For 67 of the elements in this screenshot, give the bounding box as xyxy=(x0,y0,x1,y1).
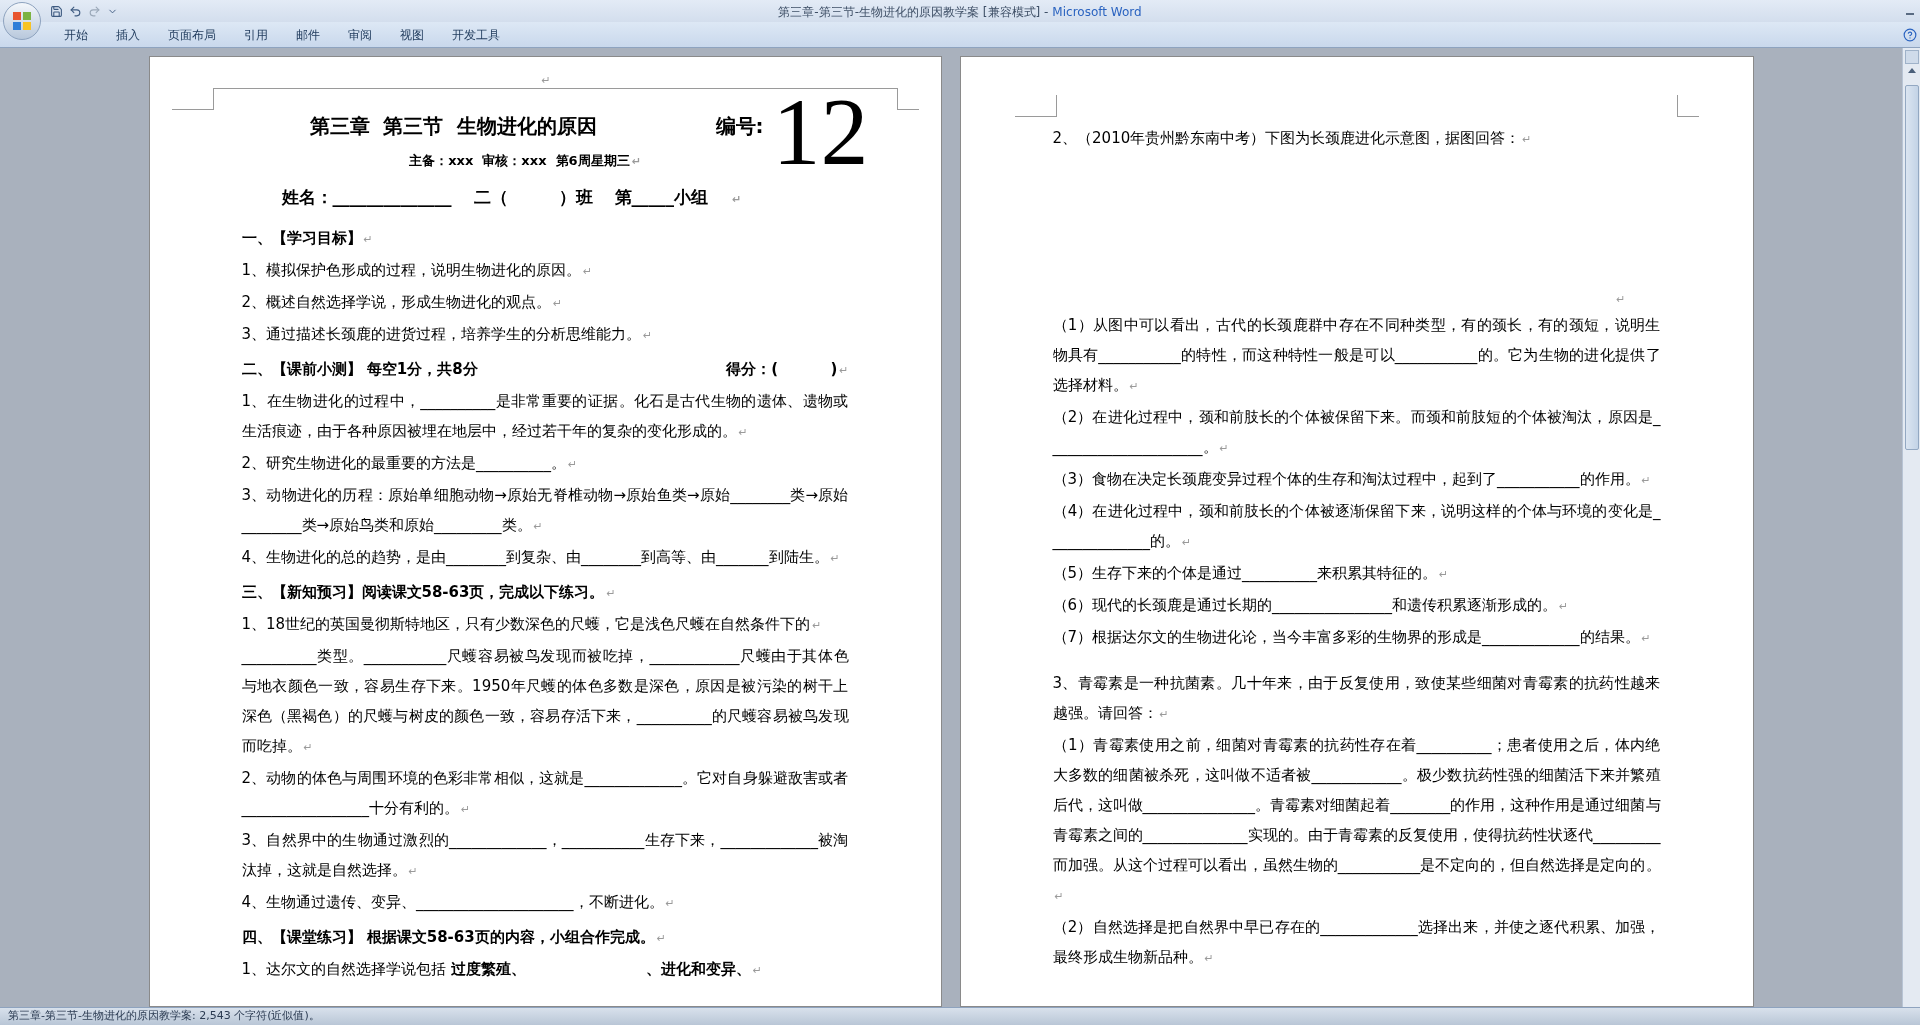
paragraph-text: （1）从图中可以看出，古代的长颈鹿群中存在不同种类型，有的颈长，有的颈短，说明生物具有___________的特性，而这种特性一般是可以___________的。它为生物的进化提供了选择材料。↵ xyxy=(1052,315,1661,396)
paragraph-text: 2、概述自然选择学说，形成生物进化的观点。↵ xyxy=(241,292,564,313)
student-info-field: 第_____小组 xyxy=(614,177,708,217)
document-title: 第三章 第三节 生物进化的原因 xyxy=(309,113,598,140)
redo-icon[interactable] xyxy=(88,4,101,18)
number-label: 编号: xyxy=(715,113,764,140)
paragraph-text: 3、青霉素是一种抗菌素。几十年来，由于反复使用，致使某些细菌对青霉素的抗药性越来越强。请回答：↵ xyxy=(1052,673,1661,724)
paragraph-mark: ↵ xyxy=(656,931,666,947)
document-number: 12 xyxy=(772,84,869,180)
paragraph-mark: ↵ xyxy=(363,232,373,248)
ribbon-tab[interactable]: 视图 xyxy=(386,23,438,46)
paragraph-mark: ↵ xyxy=(1616,292,1626,308)
paragraph-text: （7）根据达尔文的生物进化论，当今丰富多彩的生物界的形成是_____________的结果。↵ xyxy=(1052,627,1652,649)
paragraph-text: 2、（2010年贵州黔东南中考）下图为长颈鹿进化示意图，据图回答：↵ xyxy=(1052,128,1533,149)
paragraph-mark: ↵ xyxy=(839,363,849,379)
score-field-label: 得分：( ) xyxy=(726,359,838,380)
section-heading: 二、【课前小测】 每空1分，共8分 xyxy=(241,359,478,380)
paragraph-text: 3、动物进化的历程：原始单细胞动物→原始无脊椎动物→原始鱼类→原始________类→原始________类→原始鸟类和原始_________类。↵ xyxy=(241,485,849,537)
undo-icon[interactable] xyxy=(69,4,82,18)
crop-mark xyxy=(1676,95,1699,117)
paragraph-mark: ↵ xyxy=(541,74,551,88)
ribbon-tab[interactable]: 邮件 xyxy=(282,23,334,46)
paragraph-text: 3、自然界中的生物通过激烈的_____________，___________生存下来，_____________被淘汰掉，这就是自然选择。↵ xyxy=(241,830,849,881)
office-logo-icon xyxy=(12,11,32,31)
scroll-up-arrow-icon[interactable] xyxy=(1907,68,1916,73)
paragraph-text: （1）青霉素使用之前，细菌对青霉素的抗药性存在着__________；患者使用之后，体内绝大多数的细菌被杀死，这叫做不适者被____________。极少数抗药性强的细菌活下来并繁殖后代，这叫做_______________。青霉素对细菌起着________的作用，这种作用是通过细菌与青霉素之间的______________实现的。由于青霉素的反复使用，使得抗药性状逐代_________而加强。从这个过程可以看出，虽然生物的___________是不定向的，但自然选择是定向的。 ↵ xyxy=(1052,735,1661,905)
paragraph-text: （4）在进化过程中，颈和前肢长的个体被逐渐保留下来，说明这样的个体与环境的变化是______________的。↵ xyxy=(1052,501,1661,553)
paragraph-text: 1、模拟保护色形成的过程，说明生物进化的原因。↵ xyxy=(241,260,594,281)
paragraph-mark: ↵ xyxy=(732,192,742,208)
ribbon-tab[interactable]: 开始 xyxy=(50,23,102,46)
paragraph-mark: ↵ xyxy=(631,154,641,170)
student-info-field: 二（ ）班 xyxy=(473,177,593,217)
window-title: 第三章-第三节-生物进化的原因教学案 [兼容模式] - xyxy=(778,4,1049,21)
status-text: 第三章-第三节-生物进化的原因教学案: 2,543 个字符(近似值)。 xyxy=(8,1008,320,1025)
paragraph-text: 1、达尔文的自然选择学说包括 过度繁殖、 、进化和变异、↵ xyxy=(241,959,764,980)
paragraph-text: 1、18世纪的英国曼彻斯特地区，只有少数深色的尺蠖，它是浅色尺蠖在自然条件下的↵ xyxy=(241,614,823,635)
paragraph-text: （3）食物在决定长颈鹿变异过程个体的生存和淘汰过程中，起到了___________的作用。↵ xyxy=(1052,469,1652,491)
paragraph-mark: ↵ xyxy=(606,586,616,602)
section-heading: 一、【学习目标】 xyxy=(241,228,362,249)
paragraph-text: 4、生物通过遗传、变异、_____________________，不断进化。↵ xyxy=(241,892,676,914)
student-info-field: 姓名：______________ xyxy=(281,177,452,217)
ribbon-tab[interactable]: 引用 xyxy=(230,23,282,46)
crop-mark xyxy=(1014,95,1057,117)
ruler-toggle-button[interactable] xyxy=(1904,50,1919,64)
ribbon-tab[interactable]: 审阅 xyxy=(334,23,386,46)
section-heading: 四、【课堂练习】 根据课文58-63页的内容，小组合作完成。 xyxy=(241,927,655,948)
vertical-scrollbar[interactable] xyxy=(1902,48,1920,1007)
paragraph-text: 1、在生物进化的过程中，__________是非常重要的证据。化石是古代生物的遗体、遗物或生活痕迹，由于各种原因被埋在地层中，经过若干年的复杂的变化形成的。↵ xyxy=(241,391,849,442)
paragraph-text: __________类型。___________尺蠖容易被鸟发现而被吃掉，____________尺蠖由于其体色与地衣颜色一致，容易生存下来。1950年尺蠖的体色多数是深色，原因是被污染的树干上深色（黑褐色）的尺蠖与树皮的颜色一致，容易存活下来，__________的尺蠖容易被鸟发现而吃掉。↵ xyxy=(241,646,849,757)
save-icon[interactable] xyxy=(50,4,63,18)
paragraph-text: （5）生存下来的个体是通过__________来积累其特征的。↵ xyxy=(1052,563,1450,585)
app-name: Microsoft Word xyxy=(1052,4,1142,21)
help-icon[interactable] xyxy=(1903,27,1917,42)
office-button[interactable] xyxy=(3,2,41,40)
authors-line: 主备：xxx 审核：xxx 第6周星期三 xyxy=(409,152,630,170)
ribbon-tab[interactable]: 开发工具 xyxy=(438,23,514,46)
section-heading: 三、【新知预习】阅读课文58-63页，完成以下练习。 xyxy=(241,582,605,603)
paragraph-text: 2、研究生物进化的最重要的方法是__________。↵ xyxy=(241,453,579,475)
ribbon-tab[interactable]: 页面布局 xyxy=(154,23,230,46)
scrollbar-thumb[interactable] xyxy=(1904,85,1919,450)
paragraph-text: 3、通过描述长颈鹿的进货过程，培养学生的分析思维能力。↵ xyxy=(241,324,654,345)
paragraph-text: （2）自然选择是把自然界中早已存在的_____________选择出来，并使之逐代积累、加强，最终形成生物新品种。↵ xyxy=(1052,917,1661,968)
paragraph-text: （6）现代的长颈鹿是通过长期的________________和遗传积累逐渐形成的。↵ xyxy=(1052,595,1570,617)
paragraph-text: 2、动物的体色与周围环境的色彩非常相似，这就是_____________。它对自身躲避敌害或者_________________十分有利的。↵ xyxy=(241,768,849,820)
ribbon-tab[interactable]: 插入 xyxy=(102,23,154,46)
paragraph-text: 4、生物进化的总的趋势，是由________到复杂、由________到高等、由_______到陆生。↵ xyxy=(241,547,841,569)
paragraph-text: （2）在进化过程中，颈和前肢长的个体被保留下来。而颈和前肢短的个体被淘汰，原因是_____________________。↵ xyxy=(1052,407,1661,459)
